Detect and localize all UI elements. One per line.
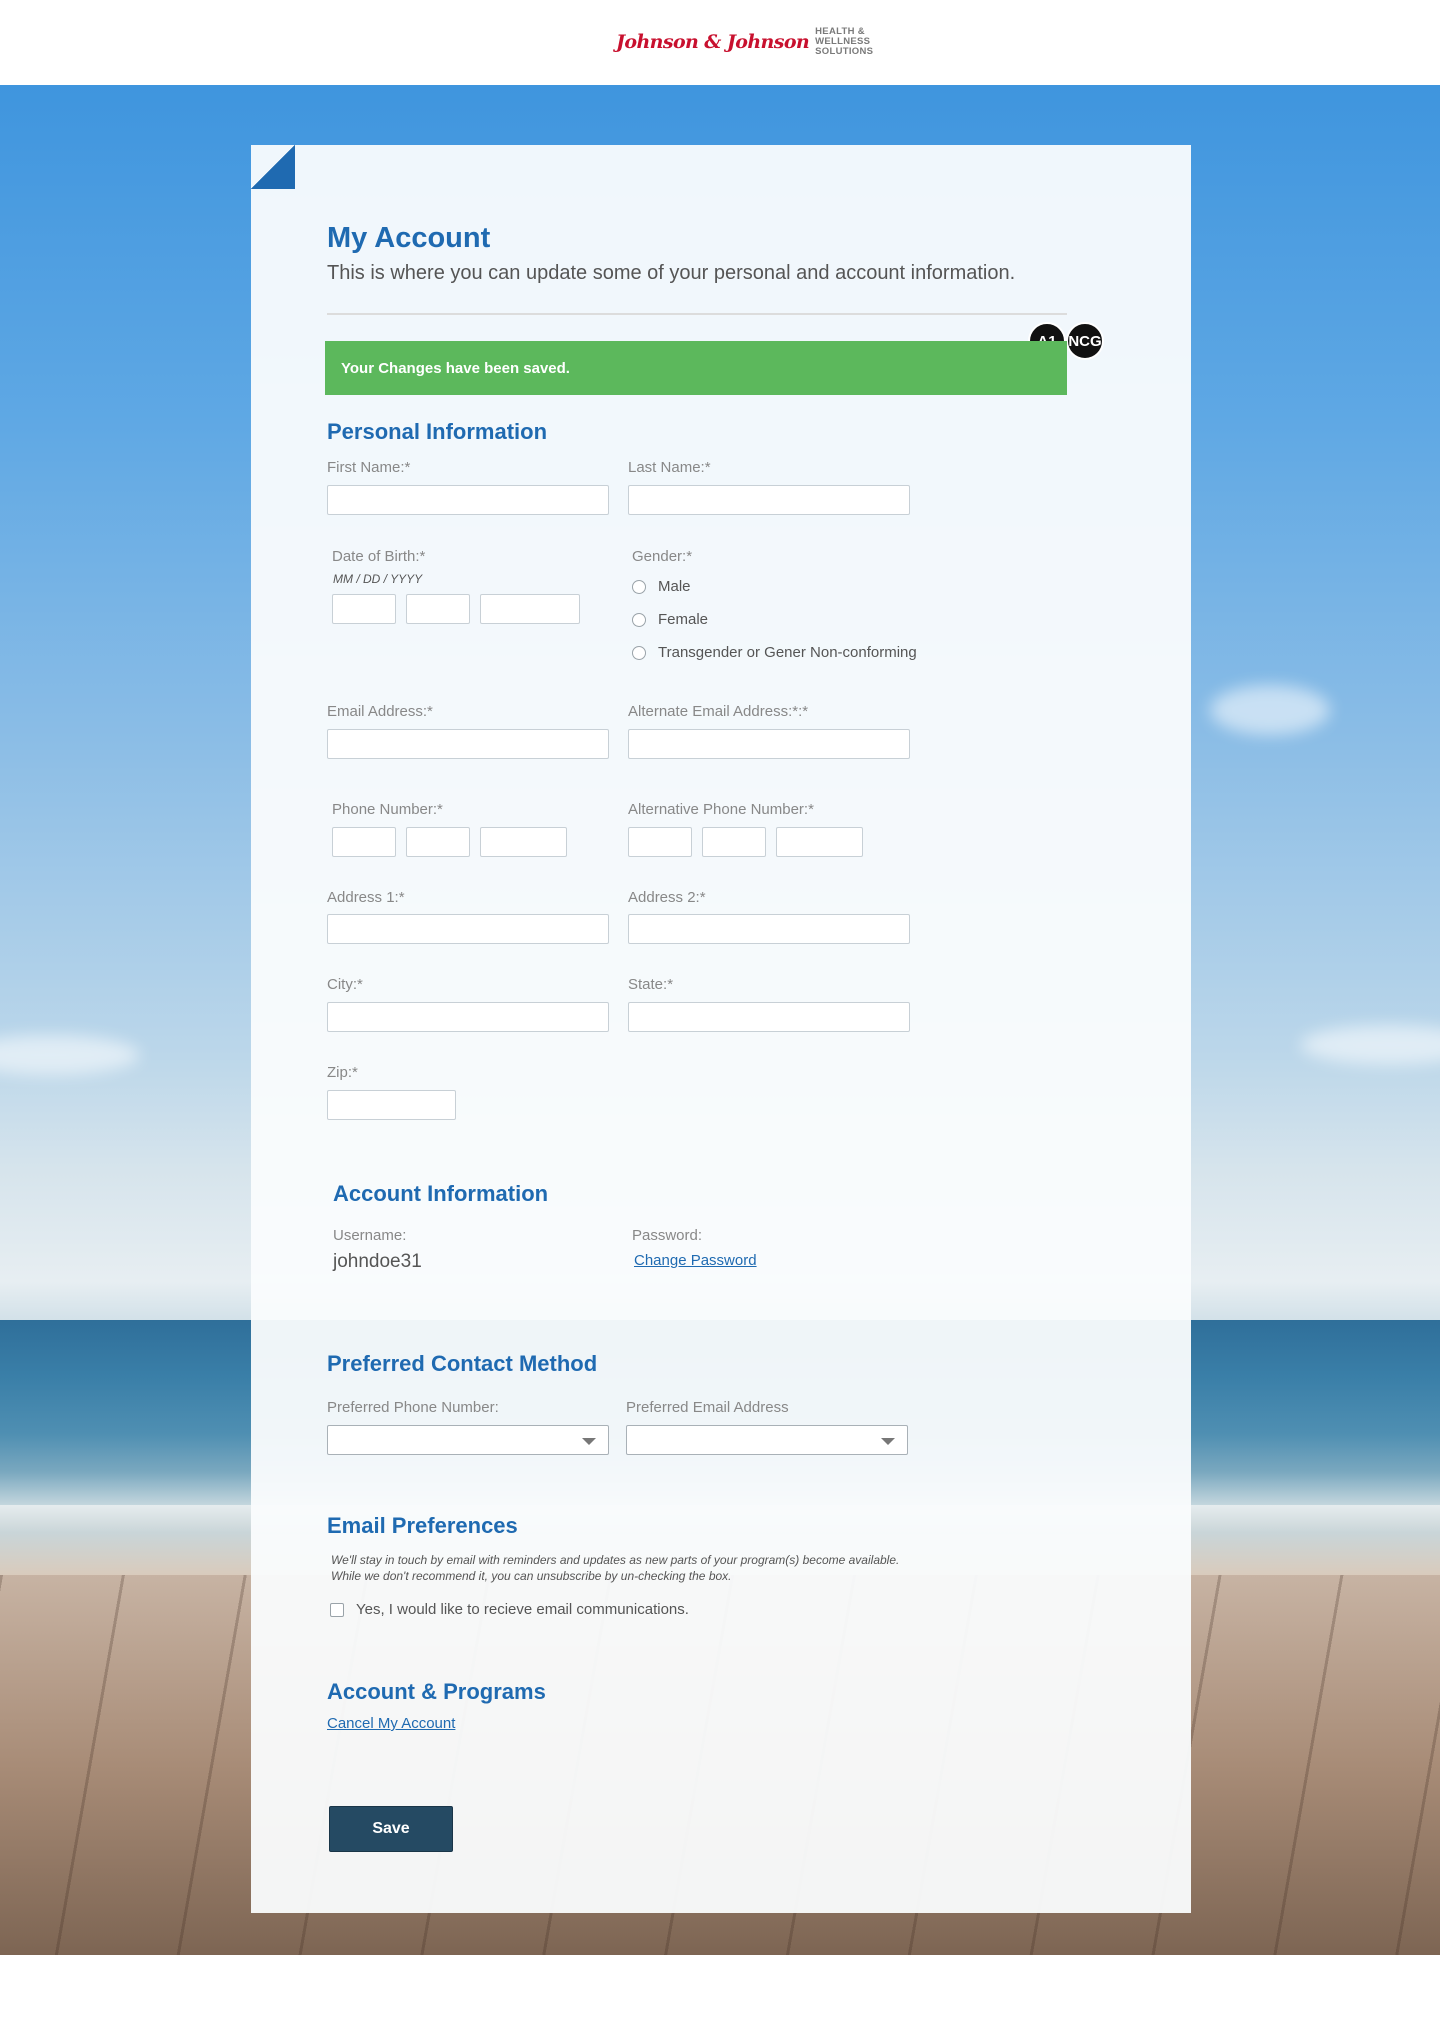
radio-button[interactable] (632, 579, 646, 594)
email-optin-checkbox[interactable] (330, 1602, 344, 1617)
logo-script: Johnson & Johnson (616, 31, 810, 53)
email-label: Email Address:* (327, 703, 433, 720)
chevron-down-icon (582, 1438, 596, 1445)
success-alert: Your Changes have been saved. (325, 341, 1067, 395)
email-preferences-heading: Email Preferences (327, 1513, 518, 1538)
zip-input[interactable] (327, 1090, 456, 1120)
cancel-account-link[interactable]: Cancel My Account (327, 1715, 455, 1732)
state-input[interactable] (628, 1002, 910, 1032)
dob-day-input[interactable] (406, 594, 470, 624)
dob-year-input[interactable] (480, 594, 580, 624)
address2-input[interactable] (628, 914, 910, 944)
change-password-link[interactable]: Change Password (634, 1252, 757, 1269)
address2-label: Address 2:* (628, 889, 706, 906)
gender-option-label: Male (658, 578, 691, 595)
first-name-label: First Name:* (327, 459, 411, 476)
success-alert-text: Your Changes have been saved. (341, 359, 570, 377)
alt-email-label: Alternate Email Address:*:* (628, 703, 809, 720)
account-programs-heading: Account & Programs (327, 1679, 546, 1704)
address1-label: Address 1:* (327, 889, 405, 906)
preferred-phone-select[interactable] (327, 1425, 609, 1455)
alt-phone-line-input[interactable] (776, 827, 863, 857)
cloud (0, 1035, 140, 1075)
phone-label: Phone Number:* (332, 801, 443, 818)
dob-month-input[interactable] (332, 594, 396, 624)
gender-option-nonconforming[interactable]: Transgender or Gener Non-conforming (632, 644, 917, 661)
cloud (1210, 685, 1330, 735)
logo-tagline-line: SOLUTIONS (815, 46, 874, 57)
logo-tagline: HEALTH & WELLNESS SOLUTIONS (815, 27, 873, 57)
folded-corner (251, 145, 295, 189)
gender-option-male[interactable]: Male (632, 578, 691, 595)
jnj-logo[interactable]: Johnson & Johnson HEALTH & WELLNESS SOLU… (616, 24, 873, 60)
phone-area-input[interactable] (332, 827, 396, 857)
zip-label: Zip:* (327, 1064, 358, 1081)
password-label: Password: (632, 1227, 703, 1244)
email-note-line: While we don't recommend it, you can uns… (331, 1569, 732, 1583)
preferred-email-select[interactable] (626, 1425, 908, 1455)
phone-line-input[interactable] (480, 827, 567, 857)
site-header: Johnson & Johnson HEALTH & WELLNESS SOLU… (0, 0, 1440, 85)
alt-phone-prefix-input[interactable] (702, 827, 766, 857)
city-label: City:* (327, 976, 363, 993)
email-optin-label: Yes, I would like to recieve email commu… (356, 1601, 689, 1618)
personal-info-heading: Personal Information (327, 419, 548, 444)
radio-button[interactable] (632, 645, 646, 660)
alt-phone-area-input[interactable] (628, 827, 692, 857)
email-note-line: We'll stay in touch by email with remind… (331, 1553, 900, 1567)
page-title: My Account (327, 222, 491, 254)
email-preferences-note: We'll stay in touch by email with remind… (331, 1552, 951, 1584)
gender-option-label: Female (658, 611, 709, 628)
dob-format-hint: MM / DD / YYYY (333, 572, 423, 586)
page-subtitle: This is where you can update some of you… (327, 262, 1016, 284)
state-label: State:* (628, 976, 674, 993)
address1-input[interactable] (327, 914, 609, 944)
preferred-email-label: Preferred Email Address (626, 1399, 789, 1416)
last-name-input[interactable] (628, 485, 910, 515)
contact-method-heading: Preferred Contact Method (327, 1351, 598, 1376)
email-optin-row[interactable]: Yes, I would like to recieve email commu… (330, 1601, 689, 1618)
username-value: johndoe31 (333, 1251, 422, 1272)
gender-option-female[interactable]: Female (632, 611, 708, 628)
first-name-input[interactable] (327, 485, 609, 515)
alt-email-input[interactable] (628, 729, 910, 759)
save-button[interactable]: Save (329, 1806, 453, 1852)
cloud (1300, 1025, 1440, 1065)
preferred-phone-label: Preferred Phone Number: (327, 1399, 499, 1416)
divider (327, 313, 1067, 315)
dob-label: Date of Birth:* (332, 548, 426, 565)
badge-ncg[interactable]: NCG (1066, 322, 1104, 360)
gender-option-label: Transgender or Gener Non-conforming (658, 644, 917, 661)
last-name-label: Last Name:* (628, 459, 711, 476)
phone-prefix-input[interactable] (406, 827, 470, 857)
account-info-heading: Account Information (333, 1181, 549, 1206)
email-input[interactable] (327, 729, 609, 759)
city-input[interactable] (327, 1002, 609, 1032)
gender-label: Gender:* (632, 548, 693, 565)
alt-phone-label: Alternative Phone Number:* (628, 801, 814, 818)
chevron-down-icon (881, 1438, 895, 1445)
radio-button[interactable] (632, 612, 646, 627)
username-label: Username: (333, 1227, 407, 1244)
